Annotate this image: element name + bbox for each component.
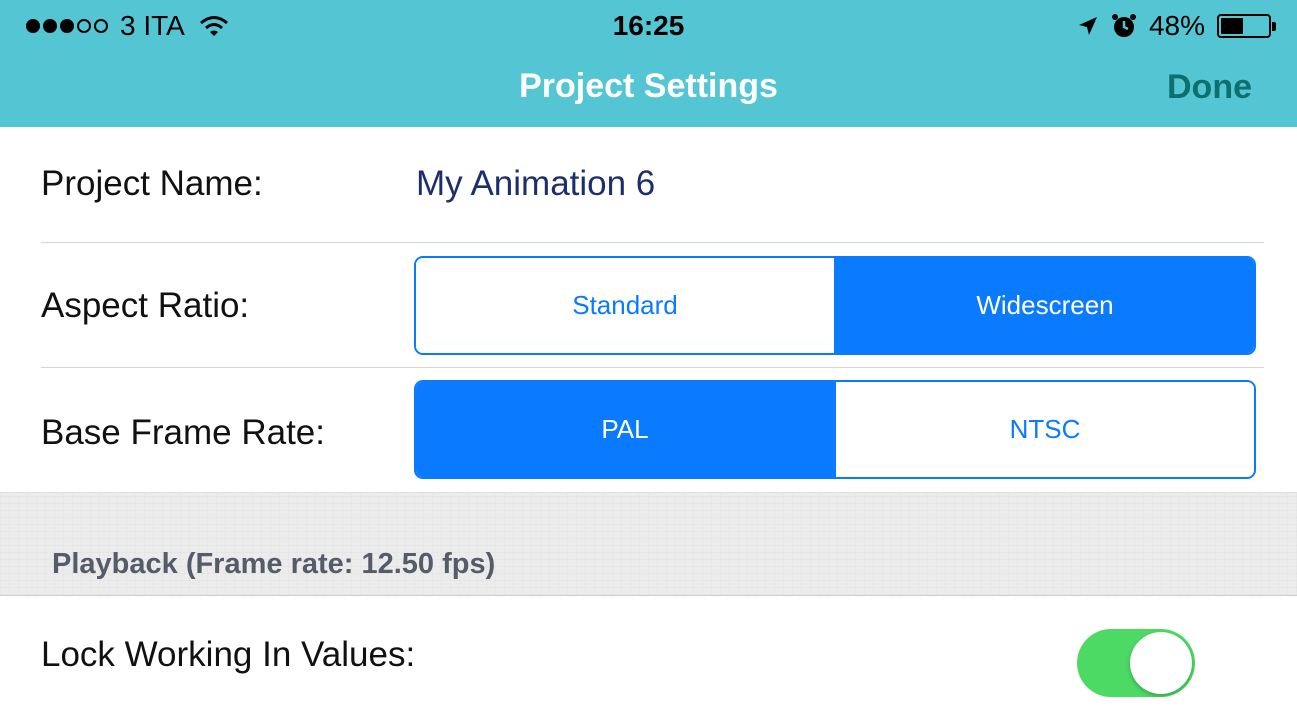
frame-rate-segmented-control: PAL NTSC [414,380,1256,479]
battery-icon [1217,14,1276,38]
base-frame-rate-label: Base Frame Rate: [41,413,325,452]
battery-fill [1221,18,1244,34]
aspect-standard-segment[interactable]: Standard [416,258,834,353]
frame-rate-pal-segment[interactable]: PAL [416,382,834,477]
lock-working-values-toggle[interactable] [1077,629,1195,697]
status-right: 48% [1077,10,1276,42]
battery-percentage: 48% [1148,10,1205,41]
lock-working-values-label: Lock Working In Values: [41,635,416,674]
divider [41,242,1264,243]
battery-nub [1272,22,1276,31]
toggle-knob [1130,632,1192,694]
playback-section-title: Playback (Frame rate: 12.50 fps) [52,548,496,580]
aspect-ratio-segmented-control: Standard Widescreen [414,256,1256,355]
frame-rate-ntsc-segment[interactable]: NTSC [834,382,1254,477]
navigation-header: 3 ITA 16:25 48% Project Settings Done [0,0,1297,127]
aspect-widescreen-segment[interactable]: Widescreen [834,258,1254,353]
project-name-label: Project Name: [41,164,263,203]
aspect-ratio-label: Aspect Ratio: [41,286,250,325]
project-name-field[interactable]: My Animation 6 [416,164,655,204]
page-title: Project Settings [519,67,778,105]
location-arrow-icon [1078,17,1097,35]
done-button[interactable]: Done [1167,68,1252,107]
divider [41,367,1264,368]
status-bar: 3 ITA 16:25 48% [0,0,1297,62]
alarm-icon [1111,14,1136,37]
